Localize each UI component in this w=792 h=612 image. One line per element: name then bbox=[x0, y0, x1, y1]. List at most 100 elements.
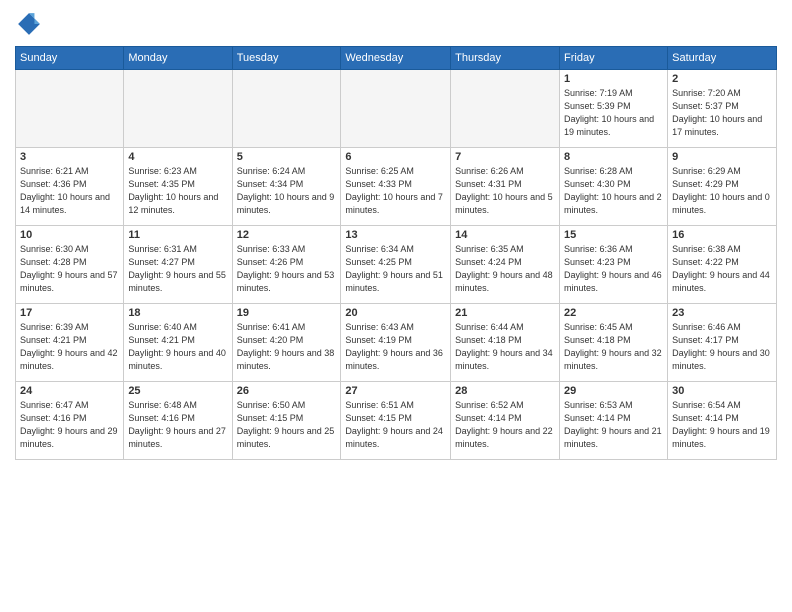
day-number: 7 bbox=[455, 151, 555, 163]
day-info: Sunrise: 6:24 AM Sunset: 4:34 PM Dayligh… bbox=[237, 165, 337, 217]
day-cell: 4 Sunrise: 6:23 AM Sunset: 4:35 PM Daylig… bbox=[124, 148, 232, 226]
day-info: Sunrise: 6:45 AM Sunset: 4:18 PM Dayligh… bbox=[564, 321, 663, 373]
logo-icon bbox=[15, 10, 43, 38]
week-row-4: 17 Sunrise: 6:39 AM Sunset: 4:21 PM Dayli… bbox=[16, 304, 777, 382]
day-info: Sunrise: 7:20 AM Sunset: 5:37 PM Dayligh… bbox=[672, 87, 772, 139]
day-number: 18 bbox=[128, 307, 227, 319]
day-number: 17 bbox=[20, 307, 119, 319]
day-cell: 30Sunrise: 6:54 AM Sunset: 4:14 PM Dayli… bbox=[668, 382, 777, 460]
day-cell: 2 Sunrise: 7:20 AM Sunset: 5:37 PM Daylig… bbox=[668, 70, 777, 148]
day-cell: 11 Sunrise: 6:31 AM Sunset: 4:27 PM Dayli… bbox=[124, 226, 232, 304]
day-number: 11 bbox=[128, 229, 227, 241]
day-info: Sunrise: 6:23 AM Sunset: 4:35 PM Dayligh… bbox=[128, 165, 227, 217]
day-cell: 14 Sunrise: 6:35 AM Sunset: 4:24 PM Dayli… bbox=[451, 226, 560, 304]
day-number: 23 bbox=[672, 307, 772, 319]
day-number: 29 bbox=[564, 385, 663, 397]
day-info: Sunrise: 6:28 AM Sunset: 4:30 PM Dayligh… bbox=[564, 165, 663, 217]
logo bbox=[15, 10, 47, 38]
day-cell: 23 Sunrise: 6:46 AM Sunset: 4:17 PM Dayli… bbox=[668, 304, 777, 382]
day-number: 20 bbox=[345, 307, 446, 319]
day-info: Sunrise: 6:50 AM Sunset: 4:15 PM Dayligh… bbox=[237, 399, 337, 451]
day-cell bbox=[232, 70, 341, 148]
day-info: Sunrise: 6:43 AM Sunset: 4:19 PM Dayligh… bbox=[345, 321, 446, 373]
day-number: 19 bbox=[237, 307, 337, 319]
day-number: 2 bbox=[672, 73, 772, 85]
day-number: 26 bbox=[237, 385, 337, 397]
day-number: 6 bbox=[345, 151, 446, 163]
day-info: Sunrise: 6:53 AM Sunset: 4:14 PM Dayligh… bbox=[564, 399, 663, 451]
day-cell: 5Sunrise: 6:24 AM Sunset: 4:34 PM Daylig… bbox=[232, 148, 341, 226]
day-info: Sunrise: 6:39 AM Sunset: 4:21 PM Dayligh… bbox=[20, 321, 119, 373]
weekday-header-saturday: Saturday bbox=[668, 47, 777, 70]
day-info: Sunrise: 6:48 AM Sunset: 4:16 PM Dayligh… bbox=[128, 399, 227, 451]
day-info: Sunrise: 6:25 AM Sunset: 4:33 PM Dayligh… bbox=[345, 165, 446, 217]
day-number: 8 bbox=[564, 151, 663, 163]
day-cell: 8 Sunrise: 6:28 AM Sunset: 4:30 PM Daylig… bbox=[560, 148, 668, 226]
day-number: 21 bbox=[455, 307, 555, 319]
day-info: Sunrise: 6:35 AM Sunset: 4:24 PM Dayligh… bbox=[455, 243, 555, 295]
calendar: SundayMondayTuesdayWednesdayThursdayFrid… bbox=[15, 46, 777, 460]
week-row-1: 1 Sunrise: 7:19 AM Sunset: 5:39 PM Daylig… bbox=[16, 70, 777, 148]
day-cell: 26 Sunrise: 6:50 AM Sunset: 4:15 PM Dayli… bbox=[232, 382, 341, 460]
day-cell: 22 Sunrise: 6:45 AM Sunset: 4:18 PM Dayli… bbox=[560, 304, 668, 382]
day-number: 12 bbox=[237, 229, 337, 241]
week-row-2: 3 Sunrise: 6:21 AM Sunset: 4:36 PM Daylig… bbox=[16, 148, 777, 226]
day-info: Sunrise: 6:51 AM Sunset: 4:15 PM Dayligh… bbox=[345, 399, 446, 451]
day-info: Sunrise: 6:47 AM Sunset: 4:16 PM Dayligh… bbox=[20, 399, 119, 451]
day-cell: 9Sunrise: 6:29 AM Sunset: 4:29 PM Daylig… bbox=[668, 148, 777, 226]
day-info: Sunrise: 6:36 AM Sunset: 4:23 PM Dayligh… bbox=[564, 243, 663, 295]
day-number: 13 bbox=[345, 229, 446, 241]
week-row-3: 10 Sunrise: 6:30 AM Sunset: 4:28 PM Dayli… bbox=[16, 226, 777, 304]
day-cell: 29 Sunrise: 6:53 AM Sunset: 4:14 PM Dayli… bbox=[560, 382, 668, 460]
day-cell: 3 Sunrise: 6:21 AM Sunset: 4:36 PM Daylig… bbox=[16, 148, 124, 226]
day-cell: 19 Sunrise: 6:41 AM Sunset: 4:20 PM Dayli… bbox=[232, 304, 341, 382]
day-info: Sunrise: 6:46 AM Sunset: 4:17 PM Dayligh… bbox=[672, 321, 772, 373]
day-cell: 25 Sunrise: 6:48 AM Sunset: 4:16 PM Dayli… bbox=[124, 382, 232, 460]
day-info: Sunrise: 7:19 AM Sunset: 5:39 PM Dayligh… bbox=[564, 87, 663, 139]
day-number: 14 bbox=[455, 229, 555, 241]
weekday-header-thursday: Thursday bbox=[451, 47, 560, 70]
day-number: 15 bbox=[564, 229, 663, 241]
week-row-5: 24 Sunrise: 6:47 AM Sunset: 4:16 PM Dayli… bbox=[16, 382, 777, 460]
day-info: Sunrise: 6:33 AM Sunset: 4:26 PM Dayligh… bbox=[237, 243, 337, 295]
day-number: 25 bbox=[128, 385, 227, 397]
day-cell: 20 Sunrise: 6:43 AM Sunset: 4:19 PM Dayli… bbox=[341, 304, 451, 382]
day-number: 28 bbox=[455, 385, 555, 397]
day-number: 10 bbox=[20, 229, 119, 241]
day-cell: 7 Sunrise: 6:26 AM Sunset: 4:31 PM Daylig… bbox=[451, 148, 560, 226]
day-info: Sunrise: 6:30 AM Sunset: 4:28 PM Dayligh… bbox=[20, 243, 119, 295]
day-cell bbox=[124, 70, 232, 148]
header bbox=[15, 10, 777, 38]
day-info: Sunrise: 6:31 AM Sunset: 4:27 PM Dayligh… bbox=[128, 243, 227, 295]
day-number: 22 bbox=[564, 307, 663, 319]
day-cell: 17 Sunrise: 6:39 AM Sunset: 4:21 PM Dayli… bbox=[16, 304, 124, 382]
day-number: 1 bbox=[564, 73, 663, 85]
day-cell: 13 Sunrise: 6:34 AM Sunset: 4:25 PM Dayli… bbox=[341, 226, 451, 304]
day-cell bbox=[341, 70, 451, 148]
day-info: Sunrise: 6:38 AM Sunset: 4:22 PM Dayligh… bbox=[672, 243, 772, 295]
day-info: Sunrise: 6:52 AM Sunset: 4:14 PM Dayligh… bbox=[455, 399, 555, 451]
day-number: 24 bbox=[20, 385, 119, 397]
day-cell: 1 Sunrise: 7:19 AM Sunset: 5:39 PM Daylig… bbox=[560, 70, 668, 148]
day-info: Sunrise: 6:41 AM Sunset: 4:20 PM Dayligh… bbox=[237, 321, 337, 373]
day-cell bbox=[16, 70, 124, 148]
day-cell: 16 Sunrise: 6:38 AM Sunset: 4:22 PM Dayli… bbox=[668, 226, 777, 304]
day-cell: 27Sunrise: 6:51 AM Sunset: 4:15 PM Dayli… bbox=[341, 382, 451, 460]
day-cell: 6 Sunrise: 6:25 AM Sunset: 4:33 PM Daylig… bbox=[341, 148, 451, 226]
day-info: Sunrise: 6:44 AM Sunset: 4:18 PM Dayligh… bbox=[455, 321, 555, 373]
day-cell: 10 Sunrise: 6:30 AM Sunset: 4:28 PM Dayli… bbox=[16, 226, 124, 304]
weekday-header-row: SundayMondayTuesdayWednesdayThursdayFrid… bbox=[16, 47, 777, 70]
weekday-header-sunday: Sunday bbox=[16, 47, 124, 70]
day-info: Sunrise: 6:21 AM Sunset: 4:36 PM Dayligh… bbox=[20, 165, 119, 217]
day-number: 4 bbox=[128, 151, 227, 163]
day-cell: 21 Sunrise: 6:44 AM Sunset: 4:18 PM Dayli… bbox=[451, 304, 560, 382]
day-number: 9 bbox=[672, 151, 772, 163]
page: SundayMondayTuesdayWednesdayThursdayFrid… bbox=[0, 0, 792, 612]
day-info: Sunrise: 6:26 AM Sunset: 4:31 PM Dayligh… bbox=[455, 165, 555, 217]
day-number: 16 bbox=[672, 229, 772, 241]
day-cell bbox=[451, 70, 560, 148]
day-number: 3 bbox=[20, 151, 119, 163]
day-info: Sunrise: 6:34 AM Sunset: 4:25 PM Dayligh… bbox=[345, 243, 446, 295]
day-info: Sunrise: 6:40 AM Sunset: 4:21 PM Dayligh… bbox=[128, 321, 227, 373]
day-cell: 12 Sunrise: 6:33 AM Sunset: 4:26 PM Dayli… bbox=[232, 226, 341, 304]
